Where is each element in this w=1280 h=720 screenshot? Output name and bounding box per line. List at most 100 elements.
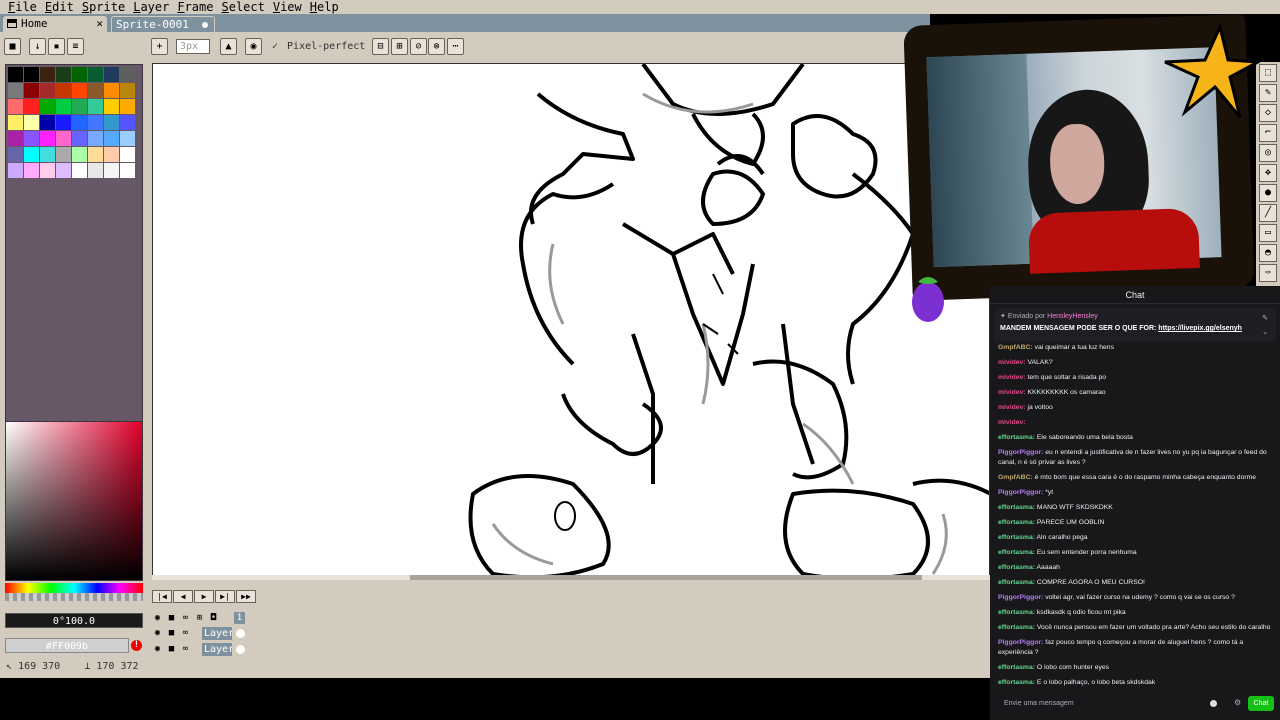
brush-size-input[interactable]: 3px [176,39,210,54]
palette-swatch[interactable] [72,147,87,162]
lock-icon[interactable]: ■ [4,38,21,55]
chat-username[interactable]: GmpfABC: [998,474,1033,481]
menu-layer[interactable]: Layer [129,0,173,14]
palette-swatch[interactable] [120,115,135,130]
palette-swatch[interactable] [8,115,23,130]
line-icon[interactable]: ╱ [1259,204,1277,222]
marquee-icon[interactable]: ⬚ [1259,64,1277,82]
chat-username[interactable]: effortasma: [998,504,1035,511]
prev-frame-icon[interactable]: ◀ [173,590,193,603]
palette-swatch[interactable] [88,115,103,130]
pinned-message[interactable]: ✦ Enviado por HensleyHensley MANDEM MENS… [994,308,1276,342]
chat-username[interactable]: mividev: [998,374,1026,381]
chat-username[interactable]: effortasma: [998,519,1035,526]
chat-username[interactable]: PiggorPiggor: [998,489,1043,496]
chat-username[interactable]: GmpfABC: [998,344,1033,351]
palette-swatch[interactable] [104,99,119,114]
symmetry-off-icon[interactable]: ⊗ [428,38,445,55]
palette-swatch[interactable] [40,131,55,146]
close-icon[interactable]: ✕ [96,16,103,31]
layers-icon[interactable]: ⊞ [194,613,205,623]
palette-swatch[interactable] [120,147,135,162]
eye-icon[interactable]: ◉ [152,644,163,654]
link-icon[interactable]: ∞ [180,628,191,638]
palette-swatch[interactable] [24,163,39,178]
palette-swatch[interactable] [104,115,119,130]
chat-username[interactable]: effortasma: [998,579,1035,586]
warning-icon[interactable]: ! [131,640,142,651]
link-icon[interactable]: ∞ [180,613,191,623]
chat-username[interactable]: PiggorPiggor: [998,639,1043,646]
palette-swatch[interactable] [120,163,135,178]
hex-color-field[interactable]: #FF009b [5,638,129,653]
palette-swatch[interactable] [24,147,39,162]
palette-swatch[interactable] [24,99,39,114]
chat-username[interactable]: mividev: [998,389,1026,396]
menu-view[interactable]: View [269,0,306,14]
symmetry-horizontal-icon[interactable]: ⊟ [372,38,389,55]
palette-swatch[interactable] [104,67,119,82]
pencil-icon[interactable]: ✎ [1259,84,1277,102]
chat-username[interactable]: effortasma: [998,564,1035,571]
chat-username[interactable]: mividev: [998,419,1026,426]
chat-username[interactable]: effortasma: [998,609,1035,616]
palette-swatch[interactable] [72,67,87,82]
layer-row[interactable]: ◉ ■ ∞ Layer [150,626,248,640]
palette-swatch[interactable] [56,115,71,130]
palette-swatch[interactable] [88,83,103,98]
layer-name[interactable]: Layer [202,643,232,656]
palette-swatch[interactable] [72,163,87,178]
palette-swatch[interactable] [24,115,39,130]
palette-swatch[interactable] [56,67,71,82]
palette-swatch[interactable] [72,99,87,114]
palette-swatch[interactable] [56,147,71,162]
palette-swatch[interactable] [40,115,55,130]
onion-icon[interactable]: ◘ [208,613,219,623]
pin-icon[interactable]: ✎ [1262,314,1268,322]
gear-icon[interactable]: ⚙ [1234,698,1241,707]
emote-icon[interactable] [1210,700,1217,707]
palette-swatch[interactable] [88,163,103,178]
palette-swatch[interactable] [120,131,135,146]
canvas-horizontal-scrollbar[interactable] [152,575,990,580]
download-icon[interactable]: ↓ [29,38,46,55]
blur-icon[interactable]: ◓ [1259,244,1277,262]
tab-home[interactable]: Home ✕ [3,16,107,32]
palette-swatch[interactable] [40,67,55,82]
palette-swatch[interactable] [8,99,23,114]
palette-swatch[interactable] [104,163,119,178]
chat-username[interactable]: mividev: [998,404,1026,411]
menu-file[interactable]: File [4,0,41,14]
palette-swatch[interactable] [56,131,71,146]
rectangle-icon[interactable]: ▭ [1259,224,1277,242]
palette-swatch[interactable] [8,131,23,146]
save-icon[interactable]: ▪ [48,38,65,55]
palette-swatch[interactable] [120,83,135,98]
eye-icon[interactable]: ◉ [152,628,163,638]
palette-swatch[interactable] [40,163,55,178]
palette-swatch[interactable] [40,147,55,162]
palette-swatch[interactable] [104,131,119,146]
fill-icon[interactable]: ● [1259,184,1277,202]
palette-swatch[interactable] [40,83,55,98]
next-frame-icon[interactable]: ▶| [215,590,235,603]
chat-username[interactable]: PiggorPiggor: [998,594,1043,601]
palette-swatch[interactable] [72,131,87,146]
palette-swatch[interactable] [24,67,39,82]
cel-icon[interactable] [236,645,245,654]
menu-icon[interactable]: ≡ [67,38,84,55]
ink-icon[interactable]: ▲ [220,38,237,55]
symmetry-both-icon[interactable]: ⊞ [391,38,408,55]
tab-sprite[interactable]: Sprite-0001 [111,16,215,32]
palette-swatch[interactable] [8,163,23,178]
hue-slider[interactable] [5,583,143,593]
palette-swatch[interactable] [88,67,103,82]
lock-icon[interactable]: ■ [166,613,177,623]
chat-username[interactable]: effortasma: [998,434,1035,441]
palette-swatch[interactable] [104,83,119,98]
link-icon[interactable]: ∞ [180,644,191,654]
palette-swatch[interactable] [120,99,135,114]
palette-swatch[interactable] [8,67,23,82]
palette-swatch[interactable] [8,147,23,162]
lock-icon[interactable]: ■ [166,628,177,638]
